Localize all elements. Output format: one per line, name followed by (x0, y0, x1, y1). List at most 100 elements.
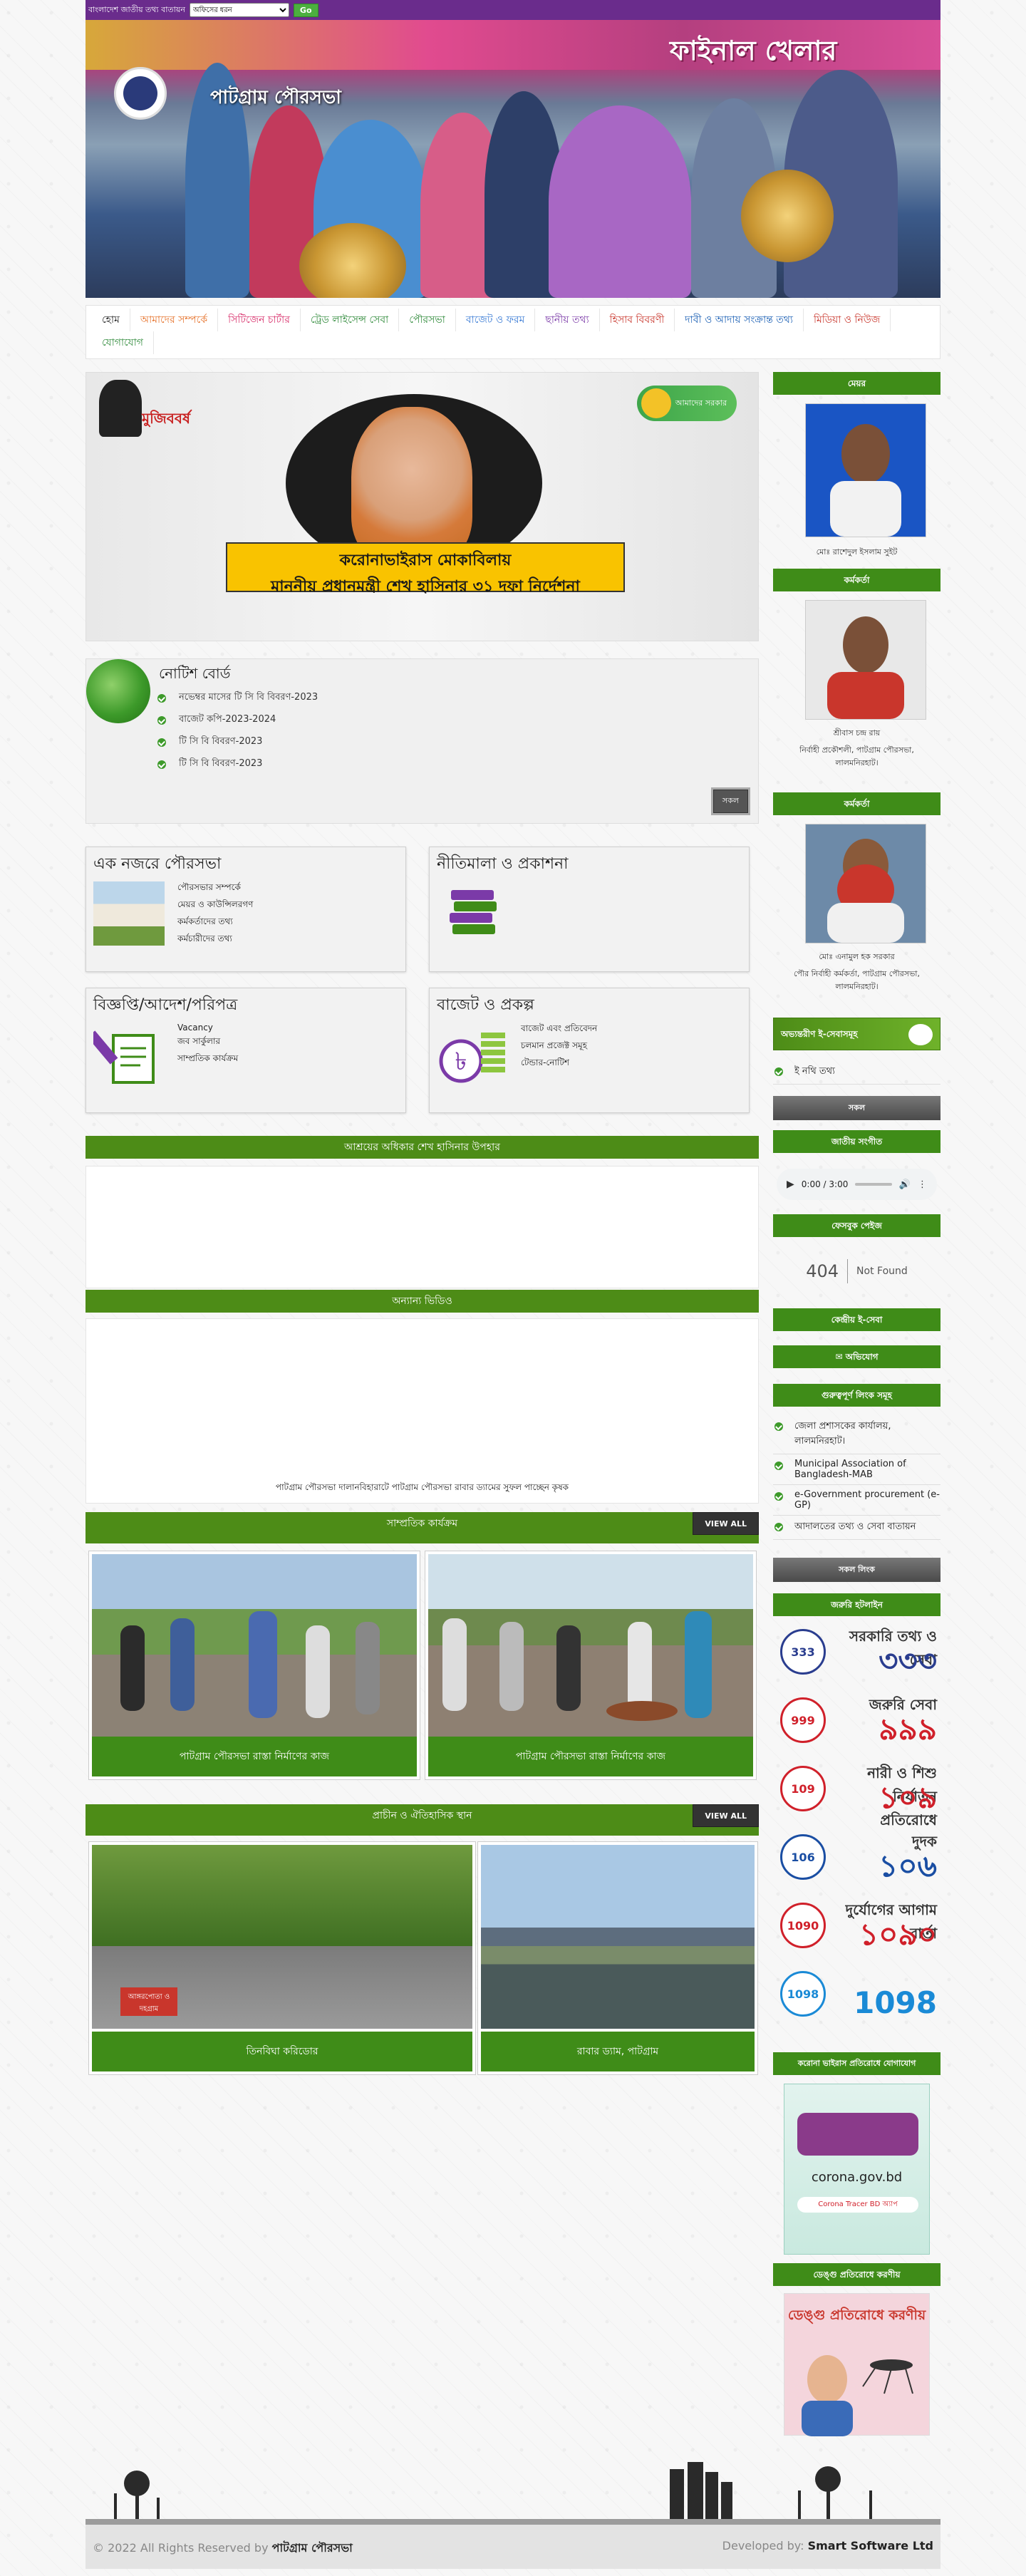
books-icon (437, 881, 508, 946)
box-link[interactable]: জব সার্কুলার (177, 1035, 238, 1050)
heritage-card[interactable]: রাবার ড্যাম, পাটগ্রাম (477, 1841, 758, 2075)
sidebar-head-central: কেন্দ্রীয় ই-সেবা (773, 1308, 940, 1331)
govt-logo: আমাদের সরকার (637, 386, 737, 421)
heritage-image (481, 1845, 755, 2029)
eservice-list: ই নথি তথ্য (773, 1060, 940, 1085)
activity-card-title: পাটগ্রাম পৌরসভা রাস্তা নির্মাণের কাজ (428, 1737, 753, 1776)
notice-item[interactable]: নভেম্বর মাসের টি সি বি বিবরণ-2023 (157, 690, 318, 705)
fb-error-code: 404 (806, 1261, 839, 1281)
section-head-shelter: আশ্রয়ের অধিকার শেখ হাসিনার উপহার (86, 1136, 759, 1159)
video-embed[interactable] (86, 1166, 759, 1288)
audio-progress[interactable] (855, 1183, 892, 1186)
slider-caption-line1: করোনাভাইরাস মোকাবিলায় (339, 552, 512, 569)
hotline-icon: 333 (780, 1629, 826, 1675)
nav-item[interactable]: ট্রেড লাইসেন্স সেবা (301, 309, 400, 331)
footer-org[interactable]: পাটগ্রাম পৌরসভা (272, 2541, 353, 2555)
hotline-item[interactable]: 109 নারী ও শিশু নির্যাতন প্রতিরোধে ১০৯ (780, 1760, 937, 1828)
document-pen-icon (87, 1023, 165, 1087)
important-link[interactable]: জেলা প্রশাসকের কার্যালয়, লালমনিরহাট। (773, 1415, 940, 1454)
nav-item[interactable]: বাজেট ও ফরম (456, 309, 536, 331)
mygov-logo (908, 1024, 933, 1045)
site-name[interactable]: বাংলাদেশ জাতীয় তথ্য বাতায়ন (88, 4, 185, 17)
page-wrapper: বাংলাদেশ জাতীয় তথ্য বাতায়ন অফিসের ধরন … (86, 0, 940, 2576)
hotline-number: ৩৩৩ (879, 1643, 937, 1678)
view-all-button[interactable]: VIEW ALL (693, 1804, 759, 1827)
box-link[interactable]: চলমান প্রজেক্ট সমূহ (521, 1040, 597, 1054)
check-icon (774, 1462, 783, 1470)
nav-item[interactable]: হিসাব বিবরণী (600, 309, 675, 331)
banner-title: পাটগ্রাম পৌরসভা (210, 87, 341, 108)
developer-link[interactable]: Smart Software Ltd (808, 2539, 933, 2552)
activity-card[interactable]: পাটগ্রাম পৌরসভা রাস্তা নির্মাণের কাজ (425, 1551, 757, 1780)
nav-item[interactable]: হোম (92, 309, 130, 331)
building-image (93, 881, 165, 946)
eservice-item[interactable]: ই নথি তথ্য (773, 1060, 940, 1085)
slider-caption-line2: মাননীয় প্রধানমন্ত্রী শেখ হাসিনার ৩১ দফা… (271, 578, 580, 596)
eservice-banner[interactable]: অভ্যন্তরীণ ই-সেবাসমূহ (773, 1018, 940, 1050)
nav-item[interactable]: যোগাযোগ (92, 331, 154, 354)
box-link[interactable]: বাজেট এবং প্রতিবেদন (521, 1023, 597, 1037)
box-link[interactable]: পৌরসভার সম্পর্কে (177, 881, 253, 896)
office-type-select[interactable]: অফিসের ধরন (189, 3, 289, 17)
nav-item[interactable]: সিটিজেন চার্টার (218, 309, 301, 331)
copyright: © 2022 All Rights Reserved by পাটগ্রাম প… (93, 2541, 353, 2555)
more-icon[interactable]: ⋮ (918, 1179, 927, 1190)
links-all-button[interactable]: সকল লিংক (773, 1558, 940, 1582)
section-head-other-videos: অন্যান্য ভিডিও (86, 1290, 759, 1313)
eservice-all-button[interactable]: সকল (773, 1096, 940, 1120)
box-link[interactable]: মেয়র ও কাউন্সিলরগণ (177, 899, 253, 913)
activity-image (92, 1554, 417, 1737)
important-link[interactable]: আদালতের তথ্য ও সেবা বাতায়ন (773, 1516, 940, 1540)
check-icon (774, 1492, 783, 1501)
officer2-title: পৌর নির্বাহী কর্মকর্তা, পাটগ্রাম পৌরসভা,… (794, 969, 920, 991)
hotline-icon: 1090 (780, 1903, 826, 1948)
sidebar-head-anthem: জাতীয় সংগীত (773, 1130, 940, 1153)
notice-all-button[interactable]: সকল (712, 790, 748, 813)
hotline-number: 1098 (854, 1985, 937, 2020)
notice-item[interactable]: টি সি বি বিবরণ-2023 (157, 735, 318, 750)
hotline-list: 333 সরকারি তথ্য ও সেবা ৩৩৩ 999 জরুরি সেবা ৯৯৯… (773, 1623, 940, 2037)
corona-poster[interactable]: corona.gov.bd Corona Tracer BD অ্যাপ (784, 2084, 930, 2255)
nav-item[interactable]: ছানীয় তথ্য (535, 309, 600, 331)
play-icon[interactable]: ▶ (787, 1179, 794, 1190)
hotline-icon: 1098 (780, 1971, 826, 2017)
important-link[interactable]: Municipal Association of Bangladesh-MAB (773, 1454, 940, 1485)
hotline-item[interactable]: 333 সরকারি তথ্য ও সেবা ৩৩৩ (780, 1623, 937, 1680)
video-embed-other[interactable]: পাটগ্রাম পৌরসভা দালানবিহারাটে পাটগ্রাম প… (86, 1318, 759, 1504)
box-link[interactable]: কর্মকর্তাদের তথ্য (177, 916, 253, 930)
hotline-item[interactable]: 1090 দুর্যোগের আগাম বার্তা ১০৯০ (780, 1897, 937, 1954)
volume-icon[interactable]: 🔊 (899, 1179, 911, 1190)
heritage-card-title: তিনবিঘা করিডোর (92, 2032, 472, 2071)
hotline-item[interactable]: 1098 1098 (780, 1965, 937, 2022)
box-link[interactable]: টেন্ডার-নোটিশ (521, 1057, 597, 1071)
notice-board: নোটিশ বোর্ড নভেম্বর মাসের টি সি বি বিবরণ… (86, 658, 759, 824)
hero-slider[interactable]: মুজিববর্ষ আমাদের সরকার করোনাভাইরাস মোকাব… (86, 372, 759, 641)
box-link[interactable]: সাম্প্রতিক কার্যক্রম (177, 1052, 238, 1067)
important-link[interactable]: e-Government procurement (e-GP) (773, 1485, 940, 1516)
nav-item[interactable]: পৌরসভা (399, 309, 456, 331)
dengue-poster[interactable]: ডেঙ্গু প্রতিরোধে করণীয় (784, 2293, 930, 2436)
heritage-card[interactable]: আঙ্গরপোতা ও দহগ্রাম তিনবিঘা করিডোর (88, 1841, 476, 2075)
box-title: বিজ্ঞপ্তি/আদেশ/পরিপত্র (93, 996, 238, 1014)
hotline-item[interactable]: 106 দুদক ১০৬ (780, 1828, 937, 1886)
complaint-button[interactable]: ✉ অভিযোগ (773, 1345, 940, 1368)
anthem-audio-player[interactable]: ▶ 0:00 / 3:00 🔊 ⋮ (777, 1169, 937, 1200)
video-caption[interactable]: পাটগ্রাম পৌরসভা দালানবিহারাটে পাটগ্রাম প… (86, 1481, 758, 1496)
box-link[interactable]: কর্মচারীদের তথ্য (177, 933, 253, 947)
officer1-photo (805, 600, 926, 720)
hotline-item[interactable]: 999 জরুরি সেবা ৯৯৯ (780, 1692, 937, 1749)
activity-card[interactable]: পাটগ্রাম পৌরসভা রাস্তা নির্মাণের কাজ (88, 1551, 420, 1780)
hotline-icon: 999 (780, 1697, 826, 1743)
trophy (741, 170, 834, 262)
officer1-name: শ্রীবাস চন্দ্র রায় (833, 728, 881, 738)
notice-item[interactable]: টি সি বি বিবরণ-2023 (157, 757, 318, 772)
nav-item[interactable]: দাবী ও আদায় সংক্রান্ত তথ্য (675, 309, 804, 331)
go-button[interactable]: Go (293, 3, 318, 17)
box-link[interactable]: Vacancy (177, 1023, 238, 1033)
box-title: নীতিমালা ও প্রকাশনা (437, 855, 569, 873)
view-all-button[interactable]: VIEW ALL (693, 1512, 759, 1535)
notice-item[interactable]: বাজেট কপি-2023-2024 (157, 713, 318, 728)
nav-item[interactable]: মিডিয়া ও নিউজ (804, 309, 891, 331)
nav-item[interactable]: আমাদের সম্পর্কে (130, 309, 219, 331)
notice-title: নোটিশ বোর্ড (159, 665, 231, 682)
